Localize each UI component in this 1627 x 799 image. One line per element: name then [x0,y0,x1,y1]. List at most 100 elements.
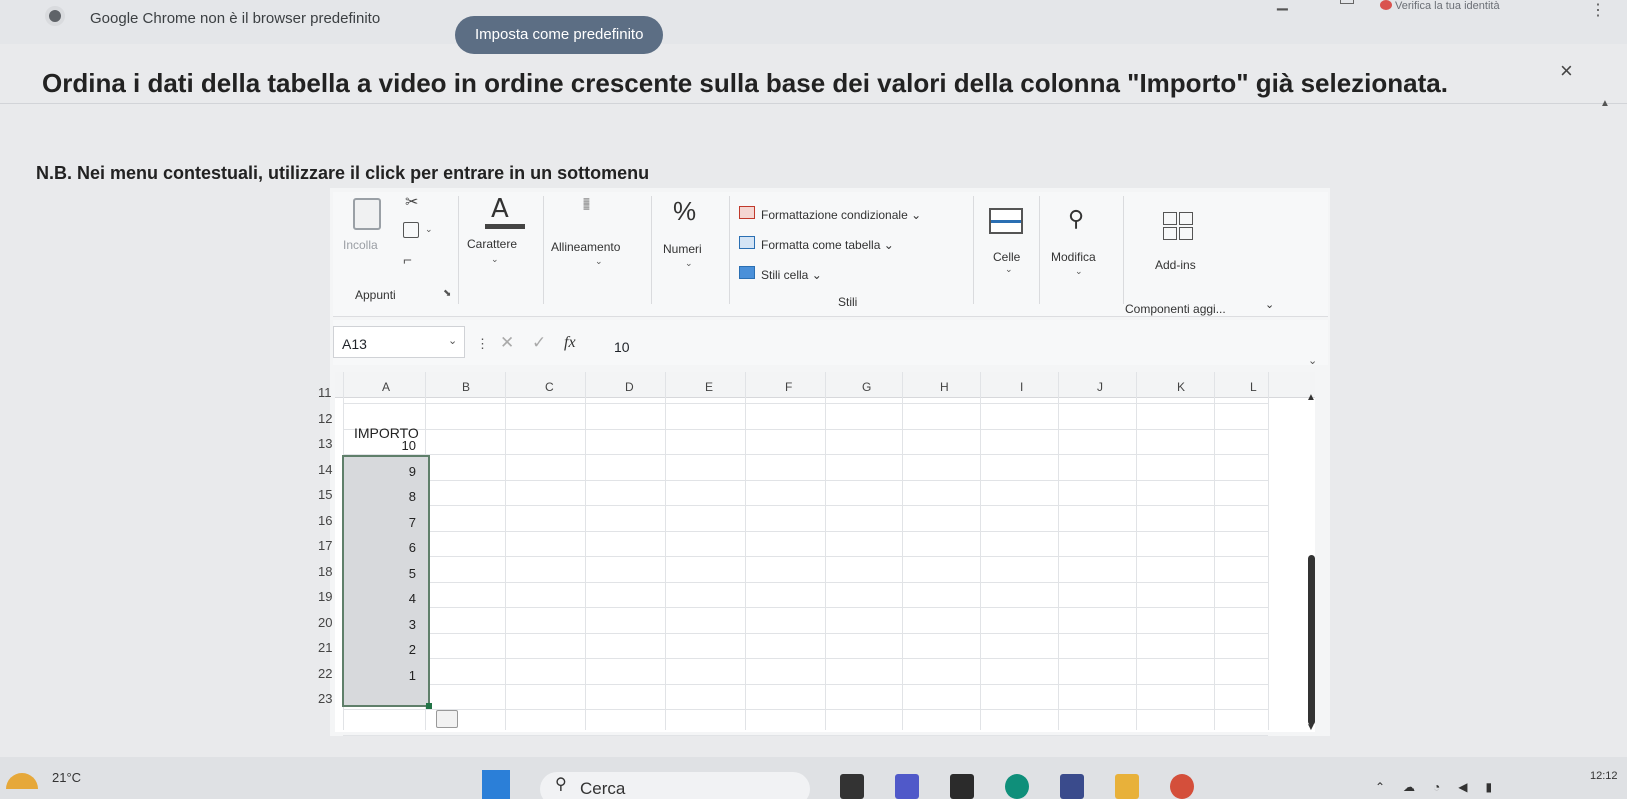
insert-function-icon[interactable]: fx [564,334,576,352]
cell-a21[interactable]: 2 [386,642,416,657]
chevron-down-icon[interactable]: ⌄ [595,256,603,267]
expand-formula-icon[interactable]: ⌄ [1308,354,1317,367]
chevron-down-icon[interactable]: ⌄ [425,224,433,235]
addins-label[interactable]: Add-ins [1155,258,1196,272]
edge-icon[interactable] [1005,774,1029,799]
cell-a18[interactable]: 5 [386,566,416,581]
paste-label[interactable]: Incolla [343,238,378,252]
row-header-17[interactable]: 17 [318,538,332,553]
verify-identity-label[interactable]: Verifica la tua identità [1395,0,1500,12]
quick-analysis-icon[interactable] [436,710,458,728]
chevron-down-icon[interactable]: ⌄ [685,258,693,269]
clock[interactable]: 12:12 [1590,770,1618,782]
cell-a13[interactable]: 10 [386,438,416,453]
cell-styles-icon[interactable] [739,266,755,279]
store-icon[interactable] [950,774,974,799]
chevron-down-icon[interactable]: ⌄ [491,254,499,265]
percent-icon[interactable]: % [673,196,696,227]
alignment-icon[interactable]: ≡ ≡ [583,195,611,213]
chevron-down-icon[interactable]: ⌄ [1005,264,1013,275]
format-painter-icon[interactable]: ⌐ [403,252,412,269]
close-icon[interactable]: × [1560,58,1573,84]
cut-icon[interactable]: ✂ [405,192,418,212]
search-edit-icon[interactable]: ⚲ [1068,206,1084,232]
cell-a22[interactable]: 1 [386,668,416,683]
column-header-a[interactable]: A [382,380,390,394]
column-header-e[interactable]: E [705,380,713,394]
scroll-up-icon[interactable]: ▲ [1306,392,1316,403]
column-header-k[interactable]: K [1177,380,1185,394]
gridline-horizontal [343,709,1268,710]
font-icon[interactable]: A [491,194,509,224]
cancel-icon[interactable]: ✕ [500,333,514,353]
edit-group-label[interactable]: Modifica [1051,250,1096,264]
cell-a14[interactable]: 9 [386,464,416,479]
column-header-f[interactable]: F [785,380,792,394]
row-header-22[interactable]: 22 [318,666,332,681]
column-header-d[interactable]: D [625,380,634,394]
vertical-scrollbar[interactable] [1308,555,1315,725]
cell-a17[interactable]: 6 [386,540,416,555]
column-header-h[interactable]: H [940,380,949,394]
set-default-button[interactable]: Imposta come predefinito [455,16,664,54]
gridline-vertical [505,372,506,730]
column-header-b[interactable]: B [462,380,470,394]
cell-a19[interactable]: 4 [386,591,416,606]
chrome-icon[interactable] [1170,774,1194,799]
column-header-j[interactable]: J [1097,380,1103,394]
scroll-down-icon[interactable]: ▼ [1306,722,1316,733]
row-header-13[interactable]: 13 [318,436,332,451]
row-header-23[interactable]: 23 [318,691,332,706]
weather-temp[interactable]: 21°C [52,770,81,785]
paste-icon[interactable] [353,198,381,230]
addins-icon[interactable] [1163,212,1193,240]
minimize-icon[interactable]: ▁ [1277,0,1288,11]
row-header-14[interactable]: 14 [318,462,332,477]
chevron-down-icon[interactable]: ⌄ [1075,266,1083,277]
row-header-11[interactable]: 11 [318,385,332,400]
ribbon-expand-icon[interactable]: ⌄ [1265,298,1274,311]
collapse-icon[interactable]: ▲ [1600,98,1610,109]
conditional-format-icon[interactable] [739,206,755,219]
row-header-15[interactable]: 15 [318,487,332,502]
row-header-20[interactable]: 20 [318,615,332,630]
dialog-launcher-icon[interactable]: ⬊ [443,288,451,299]
start-button[interactable] [482,770,510,799]
column-header-c[interactable]: C [545,380,554,394]
fill-handle[interactable] [426,703,432,709]
check-icon[interactable]: ✓ [532,333,546,353]
gridline-horizontal [343,454,1268,455]
format-table-icon[interactable] [739,236,755,249]
app-icon[interactable] [1060,774,1084,799]
cell-a20[interactable]: 3 [386,617,416,632]
cell-a16[interactable]: 7 [386,515,416,530]
row-header-21[interactable]: 21 [318,640,332,655]
maximize-icon[interactable] [1340,0,1354,4]
gridline-vertical [902,372,903,730]
row-header-18[interactable]: 18 [318,564,332,579]
row-header-19[interactable]: 19 [318,589,332,604]
default-browser-message: Google Chrome non è il browser predefini… [90,10,381,27]
task-view-icon[interactable] [840,774,864,799]
teams-icon[interactable] [895,774,919,799]
cells-group-label[interactable]: Celle [993,250,1020,264]
column-header-i[interactable]: I [1020,380,1023,394]
format-table-button[interactable]: Formatta come tabella ⌄ [761,238,894,252]
column-header-l[interactable]: L [1250,380,1257,394]
file-explorer-icon[interactable] [1115,774,1139,799]
chevron-down-icon[interactable]: ⌄ [448,334,457,347]
font-group-label[interactable]: Carattere [467,237,517,251]
copy-icon[interactable] [403,222,419,238]
cell-styles-button[interactable]: Stili cella ⌄ [761,268,822,282]
number-group-label[interactable]: Numeri [663,242,702,256]
row-header-16[interactable]: 16 [318,513,332,528]
row-header-12[interactable]: 12 [318,411,332,426]
formula-input[interactable]: 10 [614,339,630,355]
alignment-group-label[interactable]: Allineamento [551,240,620,254]
conditional-format-button[interactable]: Formattazione condizionale ⌄ [761,208,921,222]
cells-icon[interactable] [989,208,1023,234]
more-options-icon[interactable]: ⋮ [1590,0,1606,20]
cell-a15[interactable]: 8 [386,489,416,504]
column-header-g[interactable]: G [862,380,871,394]
system-tray-icons[interactable]: ⌃☁◔◀▮ [1375,780,1510,794]
